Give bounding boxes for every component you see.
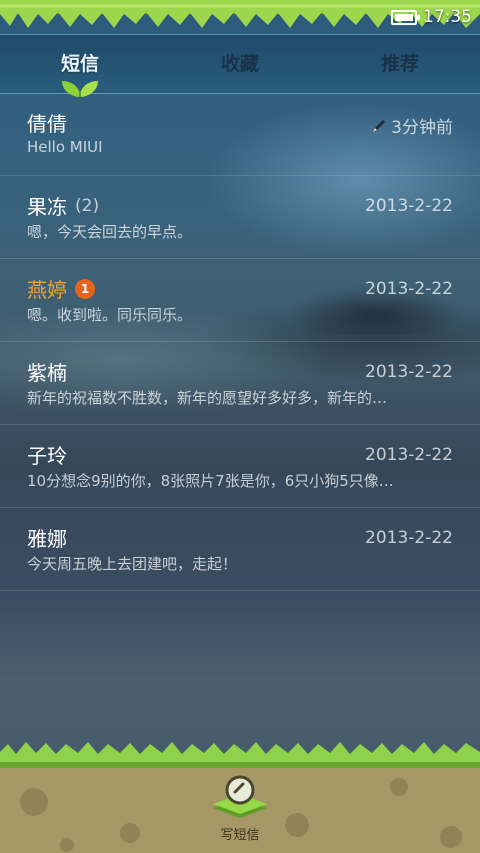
contact-name: 紫楠 (27, 361, 67, 385)
contact-name-wrap: 雅娜 (27, 523, 67, 552)
compose-button[interactable]: 写短信 (205, 772, 275, 850)
battery-icon (391, 9, 420, 25)
conversation-list: 倩倩 3分钟前 Hello MIUI 果冻 (2) 2013-2-22 嗯，今天… (0, 93, 480, 591)
message-preview: 嗯。收到啦。同乐同乐。 (27, 306, 193, 324)
contact-name: 果冻 (27, 195, 67, 219)
compose-label: 写短信 (220, 828, 260, 843)
tab-bar: 短信 收藏 推荐 (0, 34, 480, 97)
message-preview: 嗯，今天会回去的早点。 (27, 223, 193, 241)
timestamp: 3分钟前 (391, 118, 453, 138)
contact-name: 子玲 (27, 444, 67, 468)
contact-name: 倩倩 (27, 112, 67, 136)
message-preview: Hello MIUI (27, 138, 103, 156)
conversation-row[interactable]: 果冻 (2) 2013-2-22 嗯，今天会回去的早点。 (0, 176, 480, 259)
tab-favorites-label: 收藏 (220, 53, 259, 75)
conversation-row[interactable]: 燕婷 1 2013-2-22 嗯。收到啦。同乐同乐。 (0, 259, 480, 342)
clock: 17:35 (423, 7, 472, 27)
contact-name-wrap: 燕婷 1 (27, 274, 95, 303)
message-preview: 今天周五晚上去团建吧，走起！ (27, 555, 238, 573)
conversation-row[interactable]: 子玲 2013-2-22 10分想念9别的你，8张照片7张是你，6只小狗5只像… (0, 425, 480, 508)
timestamp: 2013-2-22 (365, 279, 453, 299)
contact-name-wrap: 子玲 (27, 440, 67, 469)
conversation-row[interactable]: 雅娜 2013-2-22 今天周五晚上去团建吧，走起！ (0, 508, 480, 591)
unread-badge: 1 (75, 278, 95, 299)
tab-favorites[interactable]: 收藏 (160, 35, 320, 93)
conversation-row[interactable]: 倩倩 3分钟前 Hello MIUI (0, 93, 480, 176)
tab-messages[interactable]: 短信 (0, 35, 160, 97)
contact-name-wrap: 紫楠 (27, 357, 67, 386)
conversation-row[interactable]: 紫楠 2013-2-22 新年的祝福数不胜数，新年的愿望好多好多，新年的… (0, 342, 480, 425)
contact-name-wrap: 果冻 (2) (27, 191, 99, 220)
timestamp: 2013-2-22 (365, 362, 453, 382)
timestamp-wrap: 3分钟前 (371, 113, 453, 138)
compose-icon (213, 775, 267, 818)
contact-name: 燕婷 (27, 278, 67, 302)
message-preview: 10分想念9别的你，8张照片7张是你，6只小狗5只像… (27, 472, 394, 490)
contact-name: 雅娜 (27, 527, 67, 551)
timestamp: 2013-2-22 (365, 528, 453, 548)
tab-recommended-label: 推荐 (380, 53, 419, 75)
message-preview: 新年的祝福数不胜数，新年的愿望好多好多，新年的… (27, 389, 388, 407)
tab-recommended[interactable]: 推荐 (320, 35, 480, 93)
status-bar: 17:35 (391, 6, 472, 28)
timestamp: 2013-2-22 (365, 445, 453, 465)
tab-messages-label: 短信 (60, 53, 99, 75)
pencil-icon (373, 119, 386, 132)
message-count: (2) (75, 195, 100, 216)
contact-name-wrap: 倩倩 (27, 108, 67, 137)
timestamp: 2013-2-22 (365, 196, 453, 216)
